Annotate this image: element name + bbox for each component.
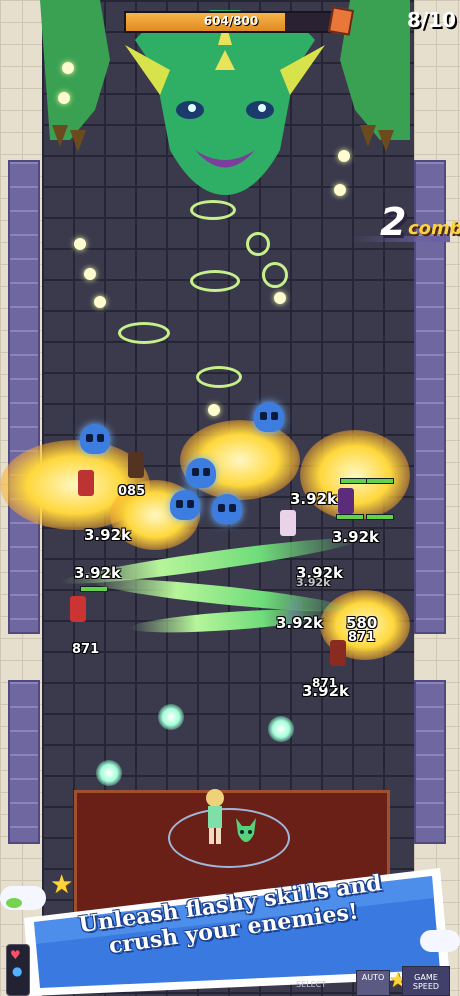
skull-enemy[interactable] <box>170 490 200 520</box>
damage-number: 3.92k <box>290 490 337 508</box>
game-speed-label-2: SPEED <box>412 982 440 991</box>
projectile <box>74 238 86 250</box>
mana-drop-icon: ● <box>12 964 23 978</box>
skull-enemy[interactable] <box>254 402 284 432</box>
boss-hp-bar: 604/800 <box>124 11 338 33</box>
energy-orb <box>268 716 294 742</box>
combo-indicator: 2 combo <box>350 200 460 248</box>
wind-ring <box>118 322 170 344</box>
game-speed-label-1: GAME <box>414 973 438 982</box>
wind-ring <box>246 232 270 256</box>
damage-number: 3.92k <box>84 526 131 544</box>
projectile <box>274 292 286 304</box>
cloud-decoration <box>420 930 460 952</box>
energy-orb <box>96 760 122 786</box>
hero-character[interactable] <box>200 788 230 846</box>
auto-select-label[interactable]: SELECT <box>296 980 326 989</box>
damage-number: 871 <box>72 642 100 657</box>
wind-ring <box>190 200 236 220</box>
damage-number: 3.92k <box>276 614 323 632</box>
enemy-hp-bar <box>336 514 364 520</box>
energy-orb <box>158 704 184 730</box>
enemy-unit[interactable] <box>128 452 144 478</box>
projectile <box>334 184 346 196</box>
skull-enemy[interactable] <box>212 494 242 524</box>
purple-pillar-right-lower <box>414 680 446 844</box>
projectile <box>94 296 106 308</box>
enemy-unit[interactable] <box>330 640 346 666</box>
wave-counter: 8/10 <box>406 8 456 32</box>
projectile <box>338 150 350 162</box>
enemy-hp-bar <box>340 478 368 484</box>
damage-number: 871 <box>348 630 376 645</box>
dragon-pet[interactable] <box>232 812 260 852</box>
projectile <box>84 268 96 280</box>
damage-number: 3.92k <box>332 528 379 546</box>
enemy-hp-bar <box>366 478 394 484</box>
boss-hp-text: 604/800 <box>203 14 259 28</box>
enemy-unit[interactable] <box>70 596 86 622</box>
skull-enemy[interactable] <box>186 458 216 488</box>
enemy-unit[interactable] <box>280 510 296 536</box>
cloud-decoration <box>0 886 46 910</box>
dragon-claw-left <box>40 0 110 140</box>
damage-number: 3.92k <box>296 576 331 589</box>
heart-icon: ♥ <box>10 948 21 962</box>
projectile <box>208 404 220 416</box>
combo-label: combo <box>408 218 460 239</box>
game-screen: 604/800 8/10 2 combo 3.92k <box>0 0 460 996</box>
enemy-hp-bar <box>366 514 394 520</box>
damage-number: 871 <box>312 676 338 690</box>
purple-pillar-left-lower <box>8 680 40 844</box>
wind-ring <box>196 366 242 388</box>
skull-enemy[interactable] <box>80 424 110 454</box>
leaf-decoration <box>6 898 22 908</box>
star-icon: ★ <box>50 870 74 900</box>
auto-button[interactable]: AUTO <box>356 970 390 996</box>
wind-ring <box>190 270 240 292</box>
projectile <box>58 92 70 104</box>
wind-ring <box>262 262 288 288</box>
enemy-unit[interactable] <box>78 470 94 496</box>
purple-pillar-left <box>8 160 40 634</box>
damage-number: 085 <box>118 484 146 499</box>
projectile <box>62 62 74 74</box>
card-icon <box>327 6 355 36</box>
enemy-unit[interactable] <box>338 488 354 514</box>
damage-number: 3.92k <box>74 564 121 582</box>
game-speed-button[interactable]: GAME SPEED <box>402 966 450 996</box>
combo-count: 2 <box>380 200 407 244</box>
